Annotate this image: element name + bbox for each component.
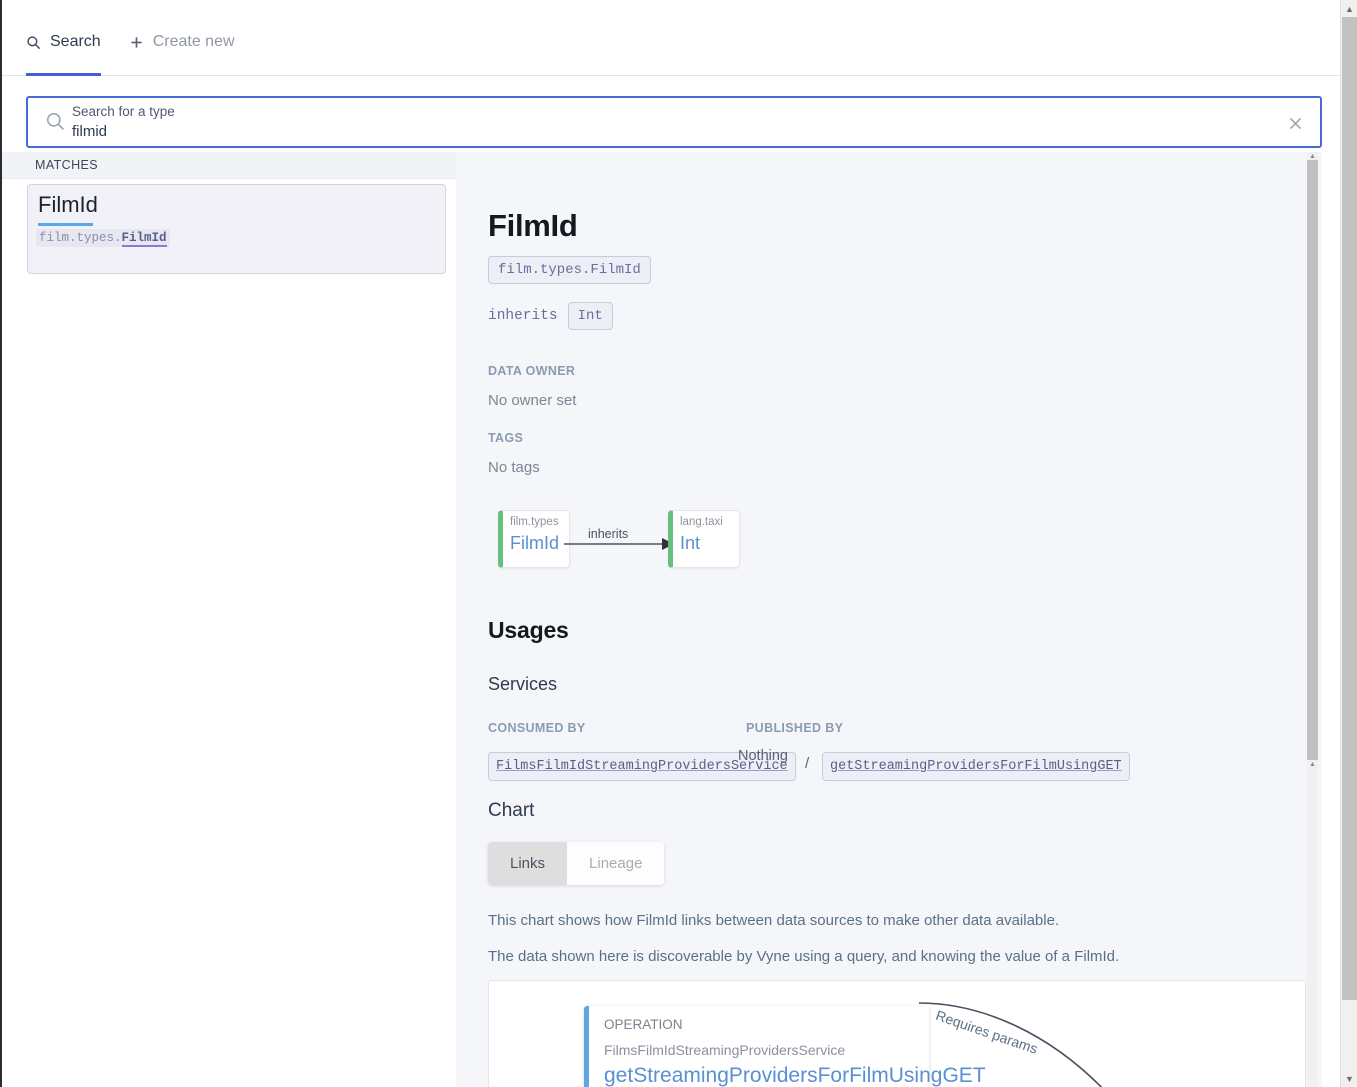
diagram-node-int[interactable]: lang.taxi Int [668, 510, 740, 568]
diagram-node-name: Int [680, 533, 701, 553]
top-tab-bar: Search Create new [2, 0, 1340, 76]
tab-search-label: Search [50, 33, 101, 50]
graph-node-operation[interactable]: OPERATION FilmsFilmIdStreamingProvidersS… [584, 1006, 986, 1087]
inherits-row: inherits Int [488, 302, 613, 330]
search-field-container[interactable]: Search for a type [26, 96, 1322, 148]
plus-icon [129, 35, 144, 50]
qualified-name-prefix: film.types. [39, 231, 122, 245]
search-input[interactable] [72, 123, 1222, 140]
search-results-column: MATCHES FilmId film.types.FilmId [2, 152, 456, 1087]
data-owner-label: DATA OWNER [488, 364, 576, 378]
search-result-item[interactable]: FilmId film.types.FilmId [27, 184, 446, 274]
qualified-name-match: FilmId [121, 231, 167, 247]
tab-links[interactable]: Links [488, 842, 568, 885]
usages-heading: Usages [488, 617, 569, 643]
page-scroll-down-icon[interactable]: ▼ [1342, 1070, 1357, 1087]
page-scrollbar[interactable]: ▲ ▼ [1340, 0, 1357, 1087]
chart-description-line-1: This chart shows how FilmId links betwee… [488, 912, 1060, 929]
search-field-label: Search for a type [72, 104, 175, 119]
graph-node-kind: OPERATION [604, 1017, 683, 1032]
chart-canvas[interactable]: OPERATION FilmsFilmIdStreamingProvidersS… [488, 980, 1306, 1087]
inherits-label: inherits [488, 308, 558, 324]
chart-view-toggle: Links Lineage [488, 842, 665, 885]
services-heading: Services [488, 674, 558, 694]
search-result-title: FilmId [38, 192, 98, 217]
search-result-qualified-name: film.types.FilmId [36, 229, 170, 247]
diagram-node-namespace: film.types [510, 516, 559, 528]
clear-search-icon[interactable] [1284, 112, 1306, 134]
graph-edge-curve [919, 1002, 1103, 1087]
tab-create-new[interactable]: Create new [129, 34, 235, 58]
tab-lineage[interactable]: Lineage [567, 842, 665, 885]
matches-header-label: MATCHES [35, 158, 98, 172]
detail-pane-scrollbar[interactable]: ▲ ▲ [1307, 152, 1318, 1087]
inheritance-diagram: film.types FilmId inherits lang.taxi Int [498, 510, 798, 580]
diagram-node-name: FilmId [510, 533, 559, 553]
tags-label: TAGS [488, 431, 524, 445]
published-by-label: PUBLISHED BY [746, 721, 844, 735]
inherits-type-chip[interactable]: Int [567, 302, 613, 330]
magnifier-icon [45, 111, 66, 132]
scroll-up-icon[interactable]: ▲ [1307, 152, 1318, 160]
search-icon [26, 35, 41, 50]
consumed-by-operation-chip[interactable]: getStreamingProvidersForFilmUsingGET [822, 752, 1130, 781]
consumed-by-operation-text: getStreamingProvidersForFilmUsingGET [830, 759, 1122, 774]
application-window: Search Create new Search for a type film… [0, 0, 1340, 1087]
matches-header: MATCHES [2, 152, 456, 179]
tab-create-new-label: Create new [152, 33, 235, 50]
type-detail-pane: FilmId film.types.FilmId inherits Int DA… [456, 152, 1322, 1087]
page-scroll-up-icon[interactable]: ▲ [1342, 0, 1357, 17]
consumed-by-label: CONSUMED BY [488, 721, 586, 735]
page-scrollbar-thumb[interactable] [1342, 17, 1357, 1000]
graph-node-service: FilmsFilmIdStreamingProvidersService [604, 1042, 846, 1058]
data-owner-value: No owner set [488, 392, 577, 409]
page-title: FilmId [488, 208, 578, 243]
chart-heading: Chart [488, 800, 535, 821]
diagram-node-filmid[interactable]: film.types FilmId [498, 510, 570, 568]
search-result-title-underline [38, 223, 93, 226]
detail-pane-scrollbar-thumb[interactable] [1307, 160, 1318, 760]
tags-value: No tags [488, 459, 540, 476]
qualified-name-chip: film.types.FilmId [488, 256, 651, 284]
usages-separator: / [805, 755, 810, 772]
tab-search[interactable]: Search [26, 34, 101, 58]
chart-description-line-2: The data shown here is discoverable by V… [488, 948, 1120, 965]
active-tab-indicator [26, 73, 101, 76]
diagram-edge-label: inherits [588, 527, 629, 541]
published-by-value: Nothing [738, 748, 788, 764]
diagram-node-namespace: lang.taxi [680, 516, 723, 528]
scroll-down-icon[interactable]: ▲ [1307, 760, 1318, 768]
